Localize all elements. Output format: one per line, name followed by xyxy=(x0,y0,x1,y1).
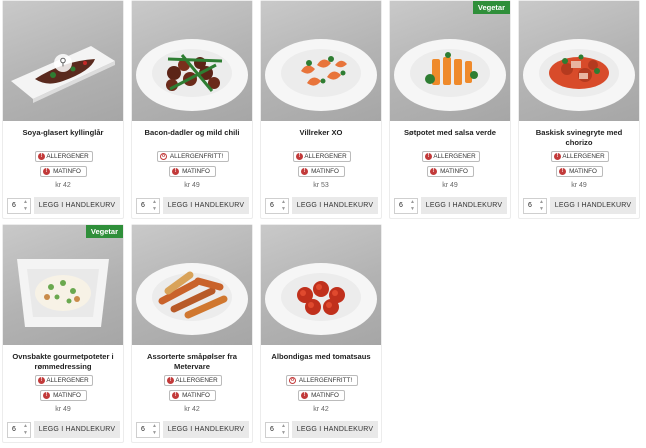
info-icon: ! xyxy=(43,392,50,399)
product-image[interactable]: ⚲ xyxy=(3,1,123,121)
quantity-stepper[interactable]: 6 ▲ ▼ xyxy=(7,198,31,214)
allergen-free-button[interactable]: o ALLERGENFRITT! xyxy=(157,151,229,162)
product-price: kr 42 xyxy=(313,406,329,413)
chevron-up-icon[interactable]: ▲ xyxy=(151,423,158,430)
quantity-stepper[interactable]: 6 ▲ ▼ xyxy=(136,198,160,214)
product-price: kr 49 xyxy=(442,182,458,189)
info-icon: o xyxy=(160,153,167,160)
product-price: kr 42 xyxy=(184,406,200,413)
product-card: Bacon-dadler og mild chili o ALLERGENFRIT… xyxy=(131,0,253,219)
add-to-cart-button[interactable]: LEGG I HANDLEKURV xyxy=(163,197,249,214)
chevron-down-icon[interactable]: ▼ xyxy=(538,206,545,213)
product-title[interactable]: Bacon-dadler og mild chili xyxy=(136,128,248,150)
product-card: Villreker XO ! ALLERGENER ! MATINFO kr 53 … xyxy=(260,0,382,219)
warning-icon: ! xyxy=(38,377,45,384)
chevron-up-icon[interactable]: ▲ xyxy=(409,199,416,206)
add-to-cart-button[interactable]: LEGG I HANDLEKURV xyxy=(550,197,636,214)
chevron-down-icon[interactable]: ▼ xyxy=(280,430,287,437)
chevron-down-icon[interactable]: ▼ xyxy=(22,206,29,213)
info-icon: ! xyxy=(301,168,308,175)
info-icon: o xyxy=(289,377,296,384)
product-title[interactable]: Søtpotet med salsa verde xyxy=(394,128,506,150)
product-image[interactable] xyxy=(261,225,381,345)
chevron-down-icon[interactable]: ▼ xyxy=(280,206,287,213)
allergens-button[interactable]: ! ALLERGENER xyxy=(551,151,609,162)
add-to-cart-button[interactable]: LEGG I HANDLEKURV xyxy=(421,197,507,214)
quantity-stepper[interactable]: 6 ▲ ▼ xyxy=(7,422,31,438)
product-title[interactable]: Baskisk svinegryte med chorizo xyxy=(523,128,635,150)
allergens-button[interactable]: ! ALLERGENER xyxy=(422,151,480,162)
chevron-up-icon[interactable]: ▲ xyxy=(151,199,158,206)
vegetarian-badge: Vegetar xyxy=(472,1,510,14)
product-price: kr 49 xyxy=(184,182,200,189)
allergen-free-button[interactable]: o ALLERGENFRITT! xyxy=(286,375,358,386)
warning-icon: ! xyxy=(425,153,432,160)
product-price: kr 49 xyxy=(571,182,587,189)
chevron-down-icon[interactable]: ▼ xyxy=(151,206,158,213)
product-card: ⚲ Soya-glasert kyllinglår ! ALLERGENER ! M… xyxy=(2,0,124,219)
info-icon: ! xyxy=(301,392,308,399)
matinfo-button[interactable]: ! MATINFO xyxy=(40,166,87,177)
info-icon: ! xyxy=(559,168,566,175)
allergens-button[interactable]: ! ALLERGENER xyxy=(35,375,93,386)
chevron-up-icon[interactable]: ▲ xyxy=(280,199,287,206)
matinfo-button[interactable]: ! MATINFO xyxy=(556,166,603,177)
chevron-down-icon[interactable]: ▼ xyxy=(409,206,416,213)
product-price: kr 42 xyxy=(55,182,71,189)
zoom-icon[interactable]: ⚲ xyxy=(54,54,72,72)
product-title[interactable]: Soya-glasert kyllinglår xyxy=(7,128,119,150)
product-title[interactable]: Assorterte småpølser fra Metervare xyxy=(136,352,248,374)
add-to-cart-button[interactable]: LEGG I HANDLEKURV xyxy=(292,421,378,438)
add-to-cart-button[interactable]: LEGG I HANDLEKURV xyxy=(292,197,378,214)
product-card: Baskisk svinegryte med chorizo ! ALLERGEN… xyxy=(518,0,640,219)
matinfo-button[interactable]: ! MATINFO xyxy=(40,390,87,401)
product-image[interactable]: Vegetar xyxy=(3,225,123,345)
product-image[interactable] xyxy=(132,1,252,121)
warning-icon: ! xyxy=(167,377,174,384)
matinfo-button[interactable]: ! MATINFO xyxy=(169,166,216,177)
warning-icon: ! xyxy=(296,153,303,160)
allergens-button[interactable]: ! ALLERGENER xyxy=(293,151,351,162)
chevron-up-icon[interactable]: ▲ xyxy=(538,199,545,206)
allergens-button[interactable]: ! ALLERGENER xyxy=(35,151,93,162)
quantity-stepper[interactable]: 6 ▲ ▼ xyxy=(523,198,547,214)
product-title[interactable]: Ovnsbakte gourmetpoteter i rømmedressing xyxy=(7,352,119,374)
chevron-up-icon[interactable]: ▲ xyxy=(22,423,29,430)
add-to-cart-button[interactable]: LEGG I HANDLEKURV xyxy=(163,421,249,438)
info-icon: ! xyxy=(172,168,179,175)
warning-icon: ! xyxy=(554,153,561,160)
chevron-down-icon[interactable]: ▼ xyxy=(151,430,158,437)
product-card: Vegetar Ovnsbakte gourmetpoteter i rømme… xyxy=(2,224,124,443)
product-image[interactable] xyxy=(261,1,381,121)
chevron-up-icon[interactable]: ▲ xyxy=(280,423,287,430)
product-card: Vegetar Søtpotet med salsa verde ! ALLERG… xyxy=(389,0,511,219)
vegetarian-badge: Vegetar xyxy=(85,225,123,238)
quantity-stepper[interactable]: 6 ▲ ▼ xyxy=(394,198,418,214)
add-to-cart-button[interactable]: LEGG I HANDLEKURV xyxy=(34,197,120,214)
product-title[interactable]: Villreker XO xyxy=(265,128,377,150)
matinfo-button[interactable]: ! MATINFO xyxy=(169,390,216,401)
info-icon: ! xyxy=(430,168,437,175)
quantity-stepper[interactable]: 6 ▲ ▼ xyxy=(136,422,160,438)
matinfo-button[interactable]: ! MATINFO xyxy=(298,166,345,177)
info-icon: ! xyxy=(43,168,50,175)
chevron-up-icon[interactable]: ▲ xyxy=(22,199,29,206)
quantity-stepper[interactable]: 6 ▲ ▼ xyxy=(265,422,289,438)
matinfo-button[interactable]: ! MATINFO xyxy=(427,166,474,177)
add-to-cart-button[interactable]: LEGG I HANDLEKURV xyxy=(34,421,120,438)
quantity-stepper[interactable]: 6 ▲ ▼ xyxy=(265,198,289,214)
info-icon: ! xyxy=(172,392,179,399)
product-image[interactable] xyxy=(132,225,252,345)
product-price: kr 49 xyxy=(55,406,71,413)
product-price: kr 53 xyxy=(313,182,329,189)
product-card: Albondigas med tomatsaus o ALLERGENFRITT!… xyxy=(260,224,382,443)
product-image[interactable]: Vegetar xyxy=(390,1,510,121)
product-image[interactable] xyxy=(519,1,639,121)
allergens-button[interactable]: ! ALLERGENER xyxy=(164,375,222,386)
warning-icon: ! xyxy=(38,153,45,160)
matinfo-button[interactable]: ! MATINFO xyxy=(298,390,345,401)
chevron-down-icon[interactable]: ▼ xyxy=(22,430,29,437)
product-card: Assorterte småpølser fra Metervare ! ALLE… xyxy=(131,224,253,443)
product-title[interactable]: Albondigas med tomatsaus xyxy=(265,352,377,374)
